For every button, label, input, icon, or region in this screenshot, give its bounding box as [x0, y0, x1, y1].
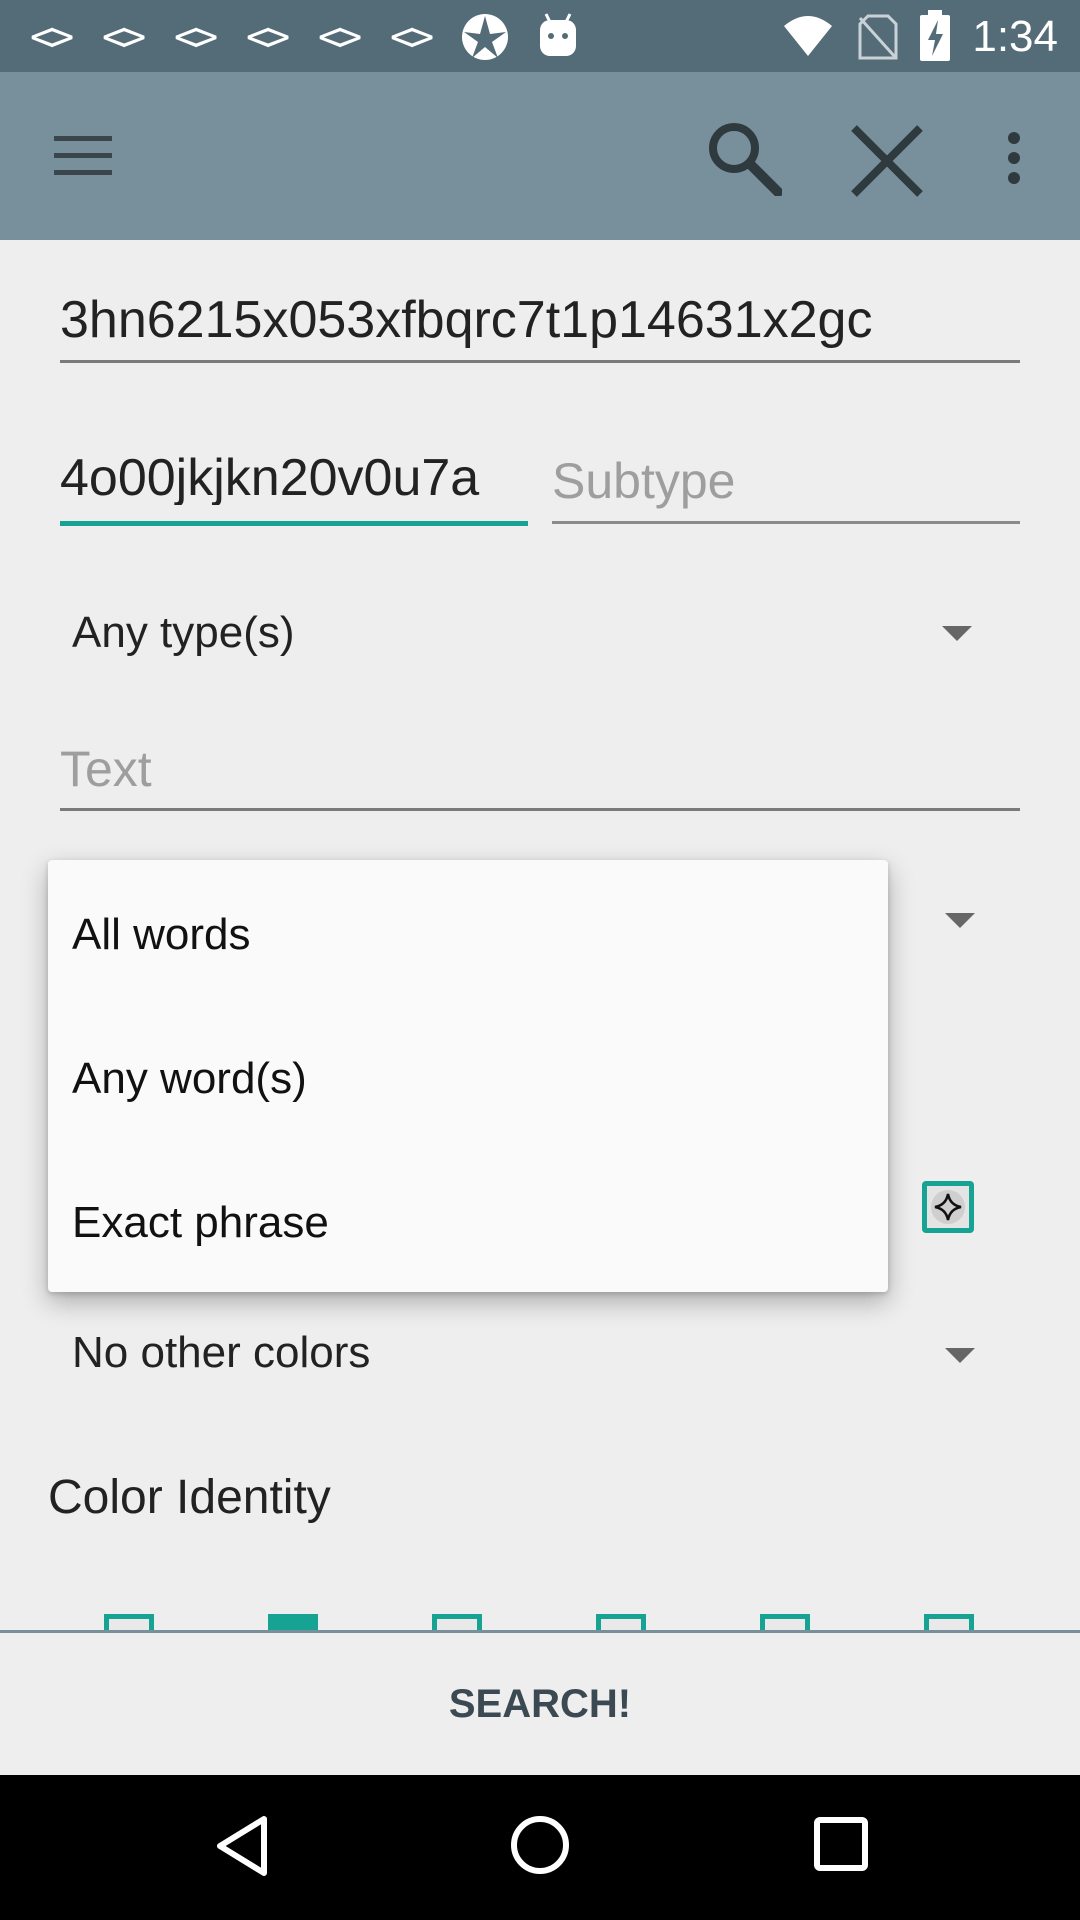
chevron-down-icon	[945, 913, 975, 928]
status-bar: <> <> <> <> <> <> 1:34	[0, 0, 1080, 72]
code-icon: <>	[30, 14, 74, 60]
subtype-input[interactable]: Subtype	[552, 452, 735, 510]
no-sim-icon	[858, 14, 898, 60]
color-identity-red-checkbox[interactable]	[596, 1614, 646, 1630]
battery-charging-icon	[920, 10, 950, 61]
color-identity-green-checkbox[interactable]	[760, 1614, 810, 1630]
overflow-menu-icon[interactable]	[1004, 130, 1024, 186]
clock: 1:34	[972, 12, 1058, 61]
type-input[interactable]: 4o00jkjkn20v0u7a	[60, 430, 530, 505]
type-input-value: 4o00jkjkn20v0u7a	[60, 449, 480, 505]
back-icon[interactable]	[214, 1815, 270, 1877]
code-icon: <>	[246, 14, 290, 60]
color-identity-white-checkbox[interactable]	[104, 1614, 154, 1630]
other-colors-spinner[interactable]: No other colors	[60, 1310, 1020, 1400]
colorless-mana-icon	[931, 1190, 965, 1224]
code-icon: <>	[390, 14, 434, 60]
chevron-down-icon	[942, 626, 972, 641]
color-identity-colorless-checkbox[interactable]	[924, 1614, 974, 1630]
other-colors-spinner-value: No other colors	[72, 1328, 371, 1377]
code-icon: <>	[318, 14, 362, 60]
wifi-icon	[784, 16, 832, 56]
close-icon[interactable]	[850, 124, 924, 198]
code-icon: <>	[102, 14, 146, 60]
search-bar: SEARCH!	[0, 1630, 1080, 1778]
dropdown-option-exact-phrase[interactable]: Exact phrase	[72, 1198, 329, 1248]
text-input[interactable]: Text	[60, 740, 152, 798]
app-bar	[0, 72, 1080, 240]
type-spinner-value: Any type(s)	[72, 608, 295, 657]
subtype-input-underline	[552, 521, 1020, 524]
search-button[interactable]: SEARCH!	[0, 1633, 1080, 1775]
name-input[interactable]: 3hn6215x053xfbqrc7t1p14631x2gc	[60, 290, 872, 350]
navigation-bar	[0, 1775, 1080, 1920]
text-input-underline	[60, 808, 1020, 811]
star-app-icon	[462, 14, 508, 60]
code-icon: <>	[174, 14, 218, 60]
search-icon[interactable]	[706, 120, 782, 196]
recents-icon[interactable]	[814, 1817, 868, 1871]
color-identity-heading: Color Identity	[48, 1471, 331, 1524]
color-identity-black-checkbox[interactable]	[432, 1614, 482, 1630]
hamburger-menu-icon[interactable]	[54, 134, 114, 178]
color-checkbox[interactable]	[922, 1181, 974, 1233]
type-input-underline	[60, 521, 528, 526]
dropdown-option-any-words[interactable]: Any word(s)	[72, 1054, 307, 1104]
name-input-underline	[60, 360, 1020, 363]
chevron-down-icon	[945, 1348, 975, 1363]
type-spinner[interactable]: Any type(s)	[60, 590, 1020, 680]
color-identity-blue-checkbox[interactable]	[268, 1614, 318, 1630]
android-icon	[540, 13, 576, 56]
text-match-dropdown-popup: All words Any word(s) Exact phrase	[48, 860, 888, 1292]
home-icon[interactable]	[510, 1815, 570, 1875]
dropdown-option-all-words[interactable]: All words	[72, 910, 251, 960]
